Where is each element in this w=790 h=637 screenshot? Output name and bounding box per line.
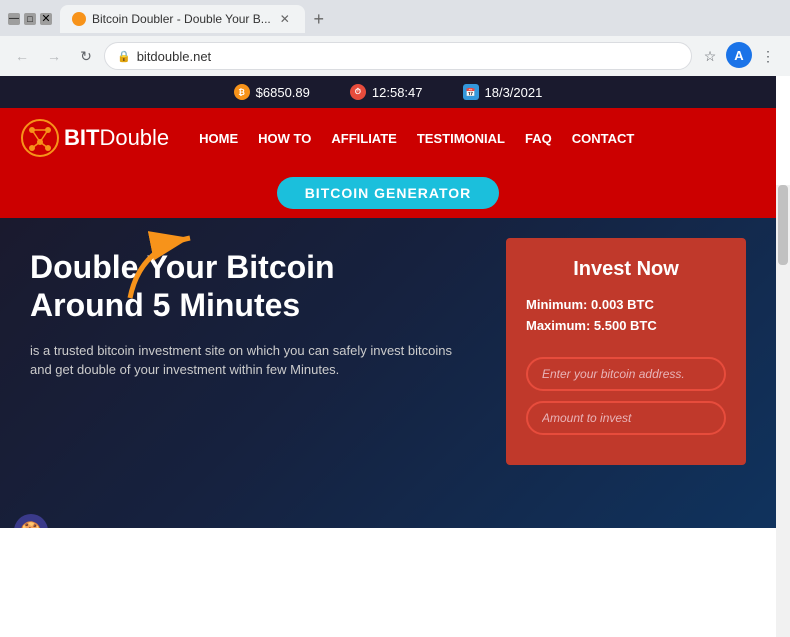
back-button[interactable]: ← [8,42,36,70]
url-text: bitdouble.net [137,49,679,64]
nav-home[interactable]: HOME [199,131,238,146]
website-content: ₿ $6850.89 ⏱ 12:58:47 📅 18/3/2021 [0,76,776,528]
price-value: $6850.89 [256,85,310,100]
bookmark-button[interactable]: ☆ [696,42,724,70]
date-value: 18/3/2021 [485,85,543,100]
title-bar: — □ ✕ Bitcoin Doubler - Double Your B...… [0,0,790,36]
hero-subtitle: is a trusted bitcoin investment site on … [30,341,476,380]
site-logo[interactable]: BITDouble [20,118,169,158]
reload-button[interactable]: ↻ [72,42,100,70]
hero-section: Double Your Bitcoin Around 5 Minutes is … [0,218,776,528]
clock-ticker: ⏱ 12:58:47 [350,84,423,100]
tab-favicon [72,12,86,26]
logo-bit: BIT [64,125,99,150]
profile-button[interactable]: A [726,42,752,68]
logo-icon [20,118,60,158]
cookie-badge[interactable]: 🍪 [14,514,48,528]
bitcoin-icon: ₿ [234,84,250,100]
max-label: Maximum: 5.500 BTC [526,318,726,333]
hero-left: Double Your Bitcoin Around 5 Minutes is … [0,218,506,400]
nav-testimonial[interactable]: TESTIMONIAL [417,131,505,146]
nav-contact[interactable]: CONTACT [572,131,635,146]
close-button[interactable]: ✕ [40,13,52,25]
content-area: ₿ $6850.89 ⏱ 12:58:47 📅 18/3/2021 [0,76,790,528]
invest-title: Invest Now [526,258,726,281]
bitcoin-generator-button[interactable]: BITCOIN GENERATOR [277,177,500,209]
btc-btn-row: BITCOIN GENERATOR [0,168,776,218]
min-label: Minimum: 0.003 BTC [526,297,726,312]
date-ticker: 📅 18/3/2021 [463,84,543,100]
amount-input[interactable] [526,401,726,435]
tab-title: Bitcoin Doubler - Double Your B... [92,12,271,26]
tab-close-button[interactable]: ✕ [277,11,293,27]
scrollbar[interactable] [776,185,790,637]
address-bar: ← → ↻ 🔒 bitdouble.net ☆ A ⋮ [0,36,790,76]
window-controls: — □ ✕ [8,13,52,25]
browser-tab[interactable]: Bitcoin Doubler - Double Your B... ✕ [60,5,305,33]
lock-icon: 🔒 [117,50,131,63]
nav-affiliate[interactable]: AFFILIATE [331,131,396,146]
minimize-button[interactable]: — [8,13,20,25]
bitcoin-address-input[interactable] [526,357,726,391]
invest-card: Invest Now Minimum: 0.003 BTC Maximum: 5… [506,238,746,465]
forward-button[interactable]: → [40,42,68,70]
ticker-bar: ₿ $6850.89 ⏱ 12:58:47 📅 18/3/2021 [0,76,776,108]
calendar-icon: 📅 [463,84,479,100]
nav-links: HOME HOW TO AFFILIATE TESTIMONIAL FAQ CO… [199,131,756,146]
price-ticker: ₿ $6850.89 [234,84,310,100]
cookie-icon: 🍪 [20,521,42,529]
restore-button[interactable]: □ [24,13,36,25]
arrow-overlay [120,228,210,313]
logo-text: BITDouble [64,125,169,151]
navigation-bar: BITDouble HOME HOW TO AFFILIATE TESTIMON… [0,108,776,168]
url-bar[interactable]: 🔒 bitdouble.net [104,42,692,70]
time-value: 12:58:47 [372,85,423,100]
toolbar-icons: ☆ A ⋮ [696,42,782,70]
scrollbar-thumb[interactable] [778,185,788,265]
nav-how-to[interactable]: HOW TO [258,131,311,146]
menu-button[interactable]: ⋮ [754,42,782,70]
hero-title: Double Your Bitcoin Around 5 Minutes [30,248,476,325]
logo-double: Double [99,125,169,150]
nav-faq[interactable]: FAQ [525,131,552,146]
clock-icon: ⏱ [350,84,366,100]
browser-window: — □ ✕ Bitcoin Doubler - Double Your B...… [0,0,790,561]
new-tab-button[interactable]: + [305,5,333,33]
